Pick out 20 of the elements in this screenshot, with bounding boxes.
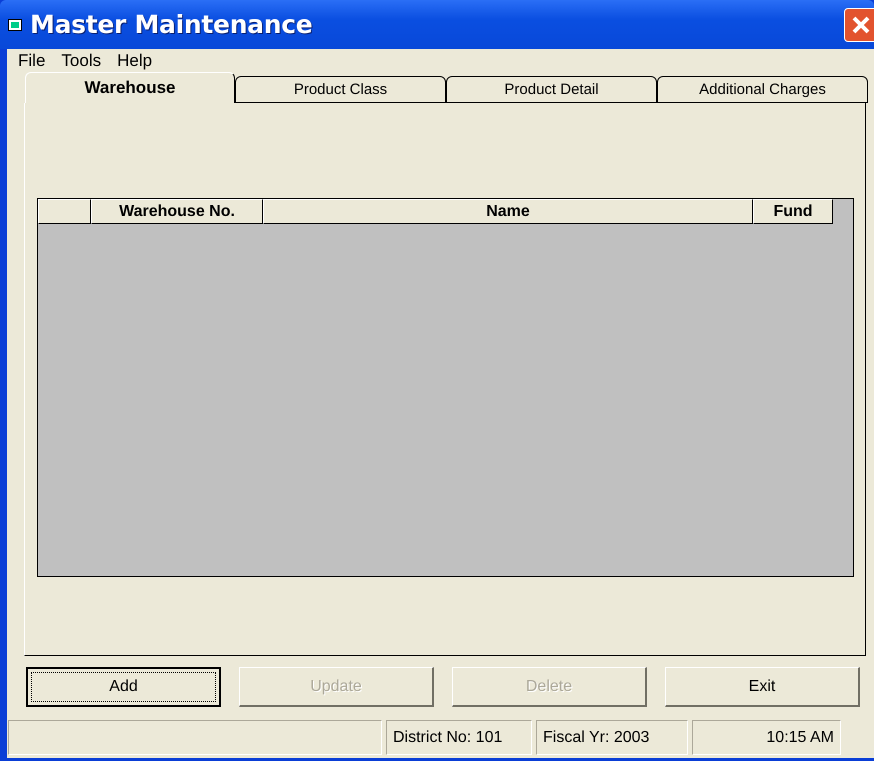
menu-item[interactable]: Tools [53, 50, 110, 70]
tab[interactable]: Additional Charges [657, 76, 868, 103]
tab[interactable]: Warehouse [25, 72, 235, 103]
action-button[interactable]: Exit [665, 667, 860, 707]
column-header: Fund [753, 199, 833, 224]
status-panel: Fiscal Yr: 2003 [536, 720, 688, 755]
menu-item[interactable]: File [10, 50, 54, 70]
column-header [38, 199, 91, 224]
action-button[interactable]: Add [26, 667, 221, 707]
column-header: Name [263, 199, 753, 224]
tab[interactable]: Product Class [235, 76, 446, 103]
tab[interactable]: Product Detail [446, 76, 657, 103]
status-panel: District No: 101 [386, 720, 532, 755]
close-button[interactable] [844, 8, 874, 42]
app-icon [8, 18, 22, 30]
window-title: Master Maintenance [30, 10, 314, 39]
close-icon [850, 14, 872, 36]
status-panel: 10:15 AM [692, 720, 841, 755]
menu-item[interactable]: Help [109, 50, 160, 70]
column-header: Warehouse No. [91, 199, 263, 224]
